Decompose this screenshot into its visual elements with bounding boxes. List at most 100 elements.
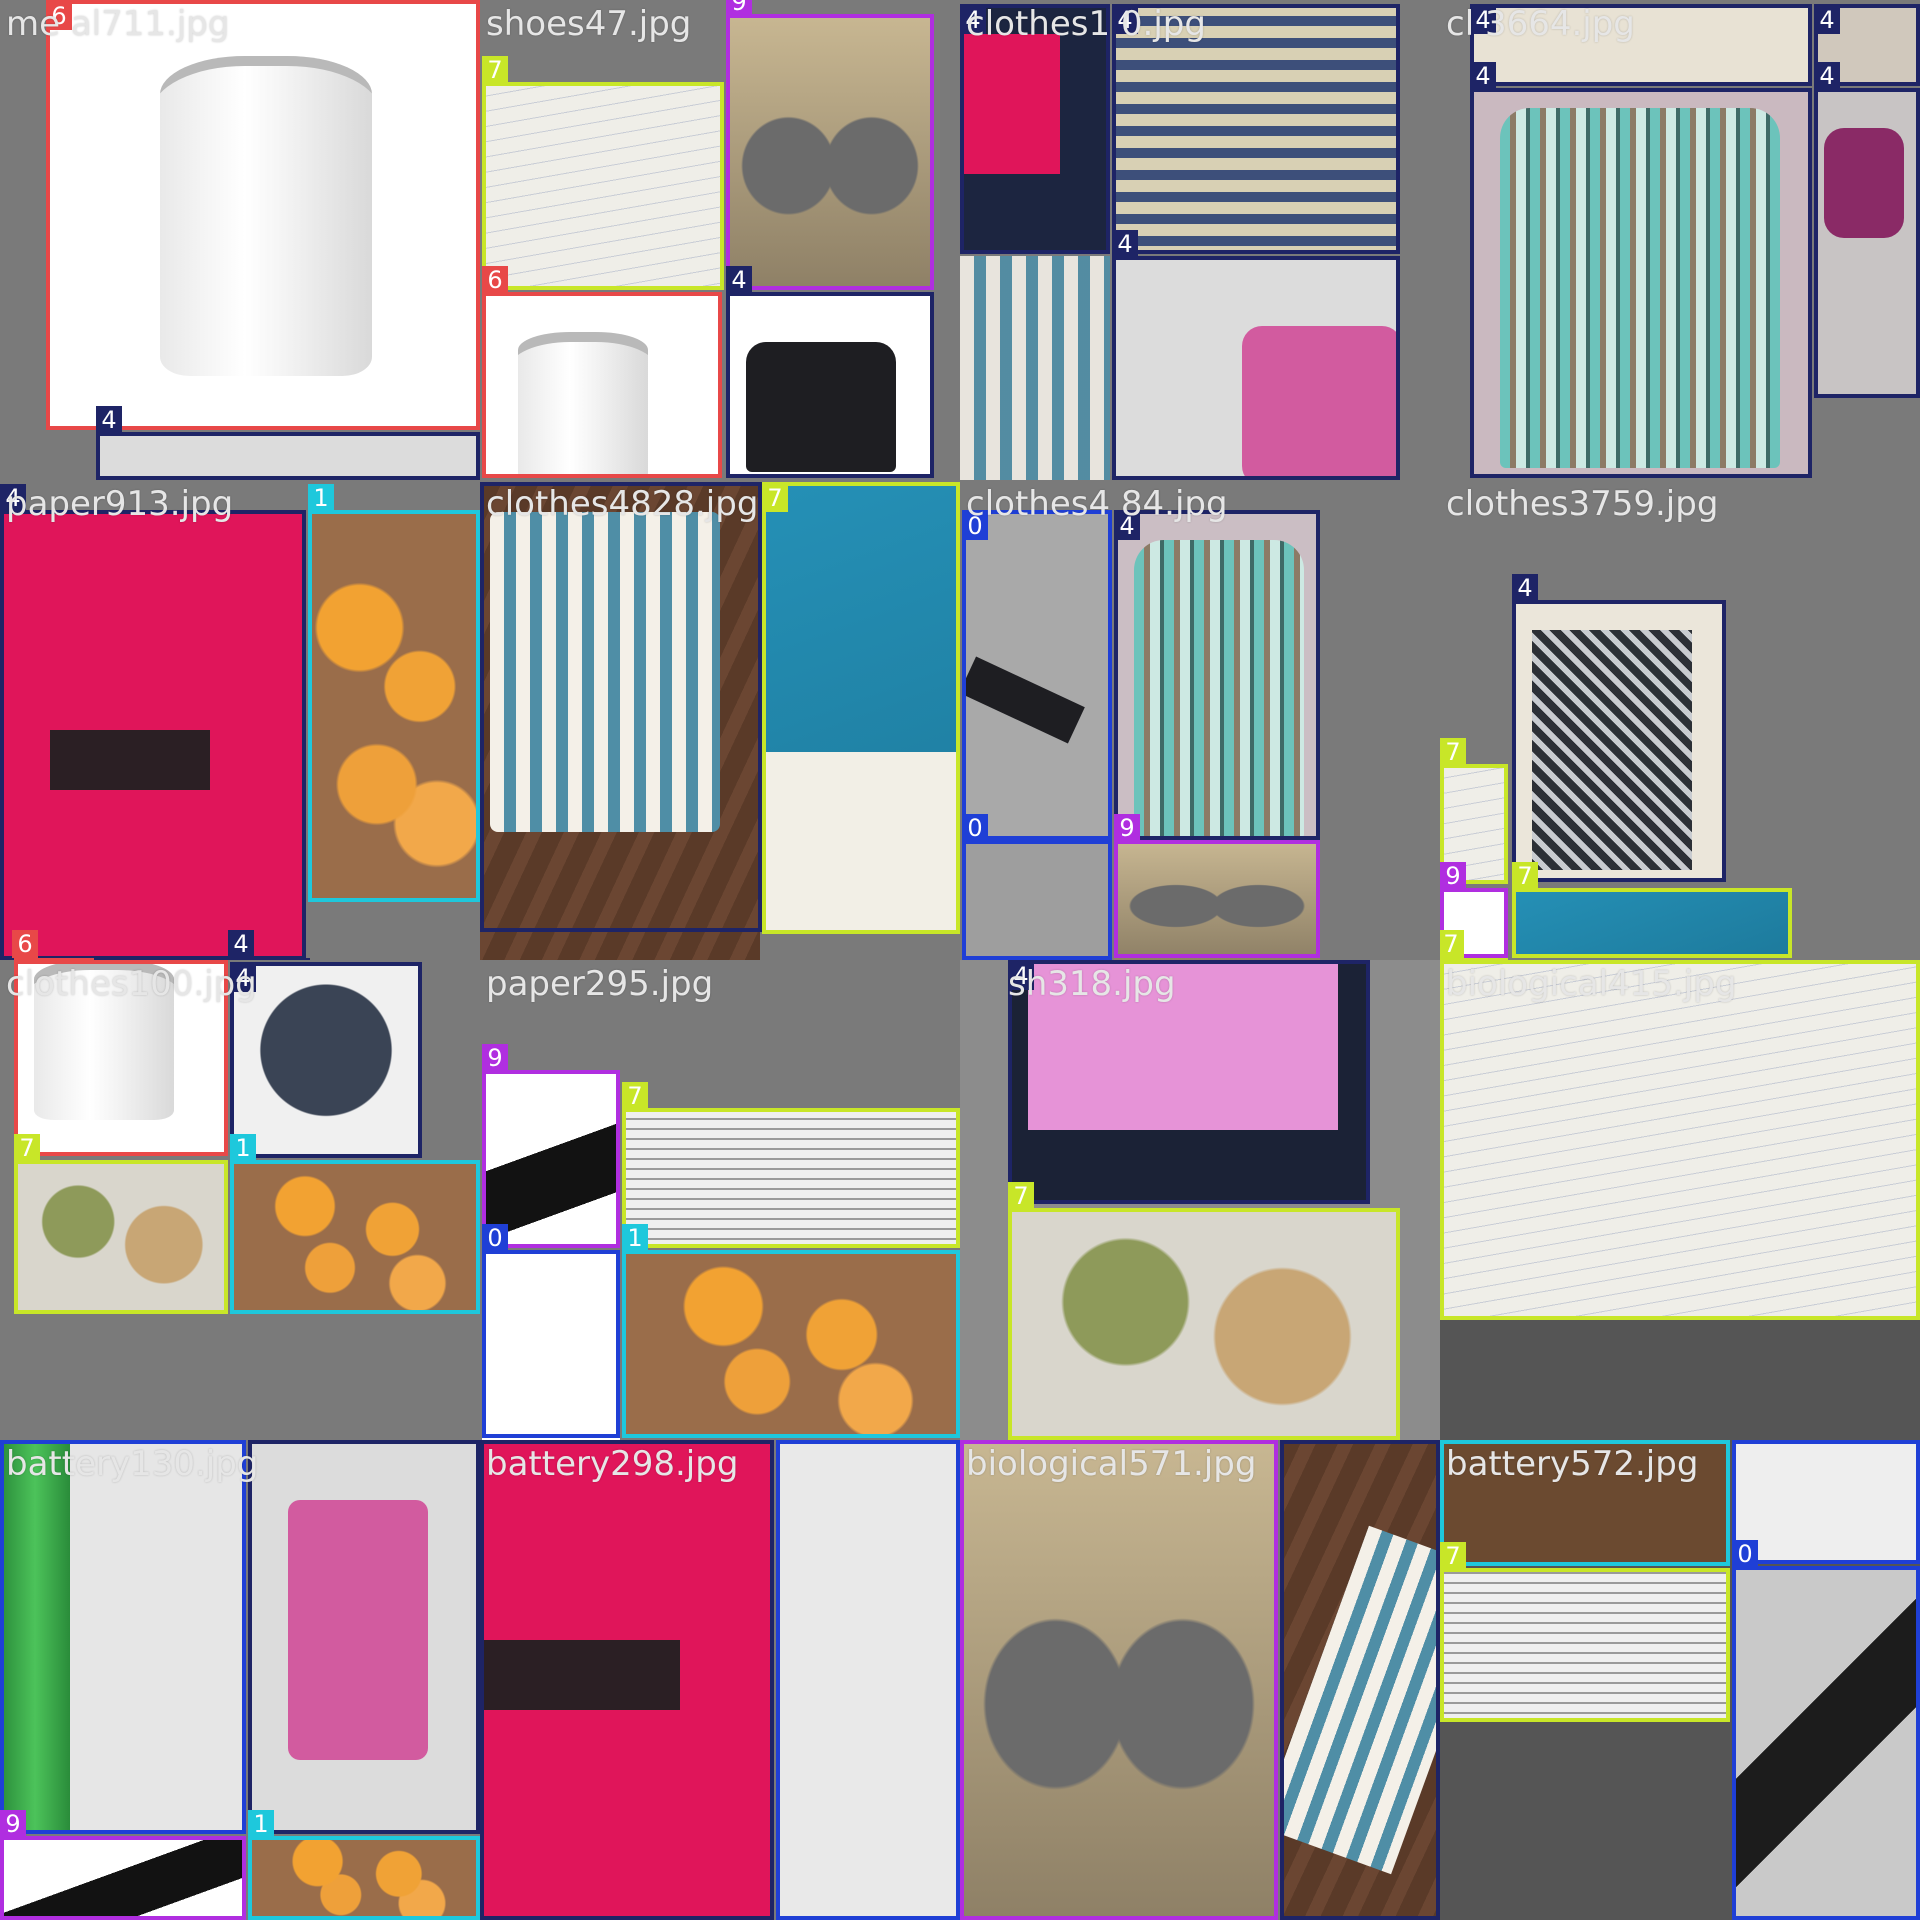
tile-paper295: paper295.jpg 9 7 0 1 xyxy=(480,960,960,1440)
class-label: 7 xyxy=(622,1082,648,1110)
tile-filename: clothes4828.jpg xyxy=(486,484,759,524)
class-label: 7 xyxy=(1440,1542,1466,1570)
class-label: 4 xyxy=(1470,62,1496,90)
class-label: 9 xyxy=(1114,814,1140,842)
bbox: 4 xyxy=(480,1440,774,1920)
bbox: 0 xyxy=(0,1440,246,1834)
tile-filename: clothes1 0.jpg xyxy=(966,4,1206,44)
tile-battery572: battery572.jpg 1 0 7 0 xyxy=(1440,1440,1920,1920)
bbox: 1 xyxy=(230,1134,480,1314)
bbox: 0 xyxy=(776,1440,960,1920)
class-label: 1 xyxy=(248,1810,274,1838)
bbox: 6 xyxy=(46,0,480,430)
bbox: 9 xyxy=(726,0,934,290)
class-label: 4 xyxy=(726,266,752,294)
bbox xyxy=(1440,960,1920,1320)
class-label: 4 xyxy=(1814,6,1840,34)
class-label: 0 xyxy=(962,814,988,842)
tile-filename: sh318.jpg xyxy=(1008,964,1176,1004)
class-label: 1 xyxy=(1440,1440,1466,1442)
bbox: 7 xyxy=(1008,1182,1400,1440)
bbox: 9 xyxy=(482,1044,620,1248)
bbox: 4 xyxy=(1114,510,1320,840)
class-label: 1 xyxy=(230,1134,256,1162)
tile-battery298: battery298.jpg 4 0 xyxy=(480,1440,960,1920)
bbox: 9 xyxy=(1114,814,1320,958)
bbox xyxy=(480,482,762,932)
class-label: 4 xyxy=(1512,574,1538,602)
tile-filename: shoes47.jpg xyxy=(486,4,692,44)
bbox: 4 xyxy=(248,1440,480,1834)
class-label: 1 xyxy=(622,1224,648,1252)
class-label: 4 xyxy=(1112,230,1138,258)
tile-metal711: me al711.jpg 6 4 xyxy=(0,0,480,480)
class-label: 4 xyxy=(228,930,254,958)
tile-filename: paper295.jpg xyxy=(486,964,714,1004)
class-label: 4 xyxy=(248,1440,274,1442)
class-label: 9 xyxy=(1440,862,1466,890)
bbox: 4 xyxy=(228,930,310,960)
bbox: 4 xyxy=(1512,574,1726,882)
bbox: 1 xyxy=(308,484,480,902)
class-label: 7 xyxy=(762,484,788,512)
bbox: 9 xyxy=(0,1810,246,1920)
class-label: 6 xyxy=(482,266,508,294)
photo-fabric xyxy=(960,256,1110,480)
class-label: 0 xyxy=(0,1440,26,1442)
tile-filename: paper913.jpg xyxy=(6,484,234,524)
class-label: 4 xyxy=(1280,1440,1306,1442)
tile-filename: cl 3664.jpg xyxy=(1446,4,1635,44)
tile-filename: me al711.jpg xyxy=(6,4,230,44)
class-label: 4 xyxy=(480,1440,506,1442)
class-label: 9 xyxy=(0,1810,26,1838)
bbox: 4 xyxy=(1280,1440,1440,1920)
bbox: 0 xyxy=(962,510,1112,840)
bbox: 4 xyxy=(0,484,306,960)
tile-clothes4828: clothes4828.jpg 7 xyxy=(480,480,960,960)
tile-filename: biological415.jpg xyxy=(1446,964,1737,1004)
bbox: 4 xyxy=(1814,62,1920,398)
tile-clothes100: clothes100.jpg 4 7 1 xyxy=(0,960,480,1440)
bbox: 4 xyxy=(1470,62,1812,478)
class-label: 4 xyxy=(1814,62,1840,90)
tile-filename: clothes3759.jpg xyxy=(1446,484,1719,524)
tile-filename: battery130.jpg xyxy=(6,1444,259,1484)
tile-clothes3664: cl 3664.jpg 4 4 4 4 xyxy=(1440,0,1920,480)
bbox: 0 xyxy=(1732,1540,1920,1920)
bbox: 4 xyxy=(230,962,422,1158)
bbox: 7 xyxy=(762,482,960,934)
class-label: 7 xyxy=(1440,930,1464,958)
class-label: 7 xyxy=(1512,862,1538,890)
bbox: 0 xyxy=(1732,1440,1920,1564)
class-label: 4 xyxy=(96,406,122,434)
bbox: 0 xyxy=(962,814,1112,960)
class-label: 7 xyxy=(14,1134,40,1162)
class-label: 1 xyxy=(308,484,334,512)
image-mosaic: me al711.jpg 6 4 shoes47.jpg 7 9 6 4 clo… xyxy=(0,0,1920,1920)
bbox: 4 xyxy=(726,266,934,478)
tile-trash318: sh318.jpg 4 7 xyxy=(960,960,1440,1440)
class-label: 0 xyxy=(482,1224,508,1252)
bbox: 0 xyxy=(482,1224,620,1438)
tile-filename: clothes100.jpg xyxy=(6,964,257,1004)
bbox: 7 xyxy=(622,1082,960,1248)
bbox: 4 xyxy=(96,406,480,480)
tile-filename: clothes4 84.jpg xyxy=(966,484,1228,524)
tile-biological415: biological415.jpg xyxy=(1440,960,1920,1440)
bbox: 7 xyxy=(1512,862,1792,958)
class-label: 9 xyxy=(726,0,752,16)
class-label: 9 xyxy=(960,1440,986,1442)
bbox: 6 xyxy=(482,266,722,478)
tile-filename: biological571.jpg xyxy=(966,1444,1257,1484)
class-label: 7 xyxy=(1440,738,1466,766)
bbox: 7 xyxy=(1440,1542,1730,1722)
bbox: 1 xyxy=(248,1810,480,1920)
bbox: 7 xyxy=(482,56,724,290)
tile-filename: battery298.jpg xyxy=(486,1444,739,1484)
tile-biological571: biological571.jpg 9 4 xyxy=(960,1440,1440,1920)
class-label: 0 xyxy=(1732,1540,1758,1568)
class-label: 0 xyxy=(1732,1440,1758,1442)
tile-clothes4484: clothes4 84.jpg 0 4 0 9 xyxy=(960,480,1440,960)
bbox: 7 xyxy=(14,1134,228,1314)
tile-battery130: battery130.jpg 0 4 9 1 xyxy=(0,1440,480,1920)
